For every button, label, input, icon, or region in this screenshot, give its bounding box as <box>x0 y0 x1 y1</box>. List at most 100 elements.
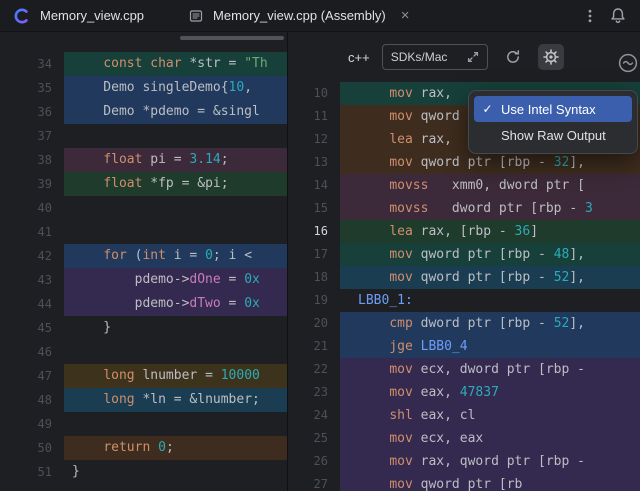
line-number[interactable]: 12 <box>288 128 340 151</box>
code-line[interactable]: 24 shl eax, cl <box>288 404 640 427</box>
line-number[interactable]: 36 <box>0 100 64 124</box>
horizontal-scrollbar-thumb[interactable] <box>180 36 284 40</box>
code-token <box>358 155 389 170</box>
code-line[interactable]: 26 mov rax, qword ptr [rbp - <box>288 450 640 473</box>
line-number[interactable]: 48 <box>0 388 64 412</box>
code-line[interactable]: 37 <box>0 124 287 148</box>
sdk-selector-value: SDKs/Mac <box>391 50 448 64</box>
code-line[interactable]: 21 jge LBB0_4 <box>288 335 640 358</box>
code-line[interactable]: 39 float *fp = &pi; <box>0 172 287 196</box>
line-number[interactable]: 26 <box>288 450 340 473</box>
code-token: mov <box>389 454 412 469</box>
tab-close-icon[interactable]: × <box>401 8 410 23</box>
expand-icon <box>467 51 479 63</box>
code-line[interactable]: 20 cmp dword ptr [rbp - 52], <box>288 312 640 335</box>
line-number[interactable]: 27 <box>288 473 340 491</box>
code-line[interactable]: 42 for (int i = 0; i < <box>0 244 287 268</box>
assembly-toolbar: c++ SDKs/Mac <box>348 44 564 70</box>
line-number[interactable]: 25 <box>288 427 340 450</box>
code-line[interactable]: 16 lea rax, [rbp - 36] <box>288 220 640 243</box>
code-line[interactable]: 19LBB0_1: <box>288 289 640 312</box>
code-line[interactable]: 18 mov qword ptr [rbp - 52], <box>288 266 640 289</box>
code-token: ecx, eax <box>413 431 483 446</box>
line-number[interactable]: 43 <box>0 268 64 292</box>
annotations-icon[interactable] <box>617 52 639 78</box>
code-line[interactable]: 47 long lnumber = 10000 <box>0 364 287 388</box>
code-token: 3 <box>585 201 593 216</box>
code-line[interactable]: 13 mov qword ptr [rbp - 32], <box>288 151 640 174</box>
code-token: "Th <box>244 56 267 71</box>
line-number[interactable]: 16 <box>288 220 340 243</box>
line-number[interactable]: 51 <box>0 460 64 484</box>
line-number[interactable]: 39 <box>0 172 64 196</box>
code-text: mov eax, 47837 <box>340 381 640 404</box>
code-line[interactable]: 44 pdemo->dTwo = 0x <box>0 292 287 316</box>
code-line[interactable]: 23 mov eax, 47837 <box>288 381 640 404</box>
line-number[interactable]: 23 <box>288 381 340 404</box>
tab-memory-view-assembly[interactable]: Memory_view.cpp (Assembly) × <box>186 6 409 26</box>
line-number[interactable]: 49 <box>0 412 64 436</box>
line-number[interactable]: 19 <box>288 289 340 312</box>
line-number[interactable]: 41 <box>0 220 64 244</box>
line-number[interactable]: 46 <box>0 340 64 364</box>
code-token: ; i < <box>213 248 252 263</box>
line-number[interactable]: 21 <box>288 335 340 358</box>
code-line[interactable]: 27 mov qword ptr [rb <box>288 473 640 491</box>
line-number[interactable]: 14 <box>288 174 340 197</box>
code-line[interactable]: 50 return 0; <box>0 436 287 460</box>
code-line[interactable]: 38 float pi = 3.14; <box>0 148 287 172</box>
code-line[interactable]: 43 pdemo->dOne = 0x <box>0 268 287 292</box>
line-number[interactable]: 18 <box>288 266 340 289</box>
line-number[interactable]: 42 <box>0 244 64 268</box>
line-number[interactable]: 24 <box>288 404 340 427</box>
sdk-selector[interactable]: SDKs/Mac <box>382 44 488 70</box>
line-number[interactable]: 40 <box>0 196 64 220</box>
line-number[interactable]: 17 <box>288 243 340 266</box>
line-number[interactable]: 13 <box>288 151 340 174</box>
code-token <box>358 385 389 400</box>
code-line[interactable]: 45 } <box>0 316 287 340</box>
code-line[interactable]: 48 long *ln = &lnumber; <box>0 388 287 412</box>
line-number[interactable]: 50 <box>0 436 64 460</box>
line-number[interactable]: 35 <box>0 76 64 100</box>
code-line[interactable]: 25 mov ecx, eax <box>288 427 640 450</box>
line-number[interactable]: 20 <box>288 312 340 335</box>
settings-gear-button[interactable] <box>538 44 564 70</box>
code-line[interactable]: 49 <box>0 412 287 436</box>
code-line[interactable]: 15 movss dword ptr [rbp - 3 <box>288 197 640 220</box>
line-number[interactable]: 45 <box>0 316 64 340</box>
line-number[interactable]: 37 <box>0 124 64 148</box>
top-bar: Memory_view.cpp Memory_view.cpp (Assembl… <box>0 0 640 32</box>
refresh-button[interactable] <box>500 44 526 70</box>
code-line[interactable]: 46 <box>0 340 287 364</box>
code-text <box>64 196 287 220</box>
line-number[interactable]: 38 <box>0 148 64 172</box>
code-token <box>150 440 158 455</box>
code-line[interactable]: 41 <box>0 220 287 244</box>
code-line[interactable]: 35 Demo singleDemo{10, <box>0 76 287 100</box>
code-line[interactable]: 22 mov ecx, dword ptr [rbp - <box>288 358 640 381</box>
line-number[interactable]: 15 <box>288 197 340 220</box>
line-number[interactable]: 10 <box>288 82 340 105</box>
source-editor-pane[interactable]: 34 const char *str = "Th35 Demo singleDe… <box>0 32 288 491</box>
notifications-bell-icon[interactable] <box>608 6 628 26</box>
code-token: = <box>221 296 244 311</box>
code-line[interactable]: 17 mov qword ptr [rbp - 48], <box>288 243 640 266</box>
line-number[interactable]: 44 <box>0 292 64 316</box>
code-line[interactable]: 40 <box>0 196 287 220</box>
more-options-kebab-icon[interactable] <box>580 6 600 26</box>
code-line[interactable]: 14 movss xmm0, dword ptr [ <box>288 174 640 197</box>
line-number[interactable]: 34 <box>0 52 64 76</box>
code-line[interactable]: 34 const char *str = "Th <box>0 52 287 76</box>
menu-item-show-raw-output[interactable]: Show Raw Output <box>474 122 632 148</box>
line-number[interactable]: 11 <box>288 105 340 128</box>
line-number[interactable]: 47 <box>0 364 64 388</box>
code-token: dword ptr [rbp - <box>413 316 554 331</box>
code-token: qword ptr [rbp - <box>413 247 554 262</box>
code-line[interactable]: 36 Demo *pdemo = &singl <box>0 100 287 124</box>
app-logo-icon[interactable] <box>12 6 32 26</box>
code-line[interactable]: 51} <box>0 460 287 484</box>
line-number[interactable]: 22 <box>288 358 340 381</box>
code-token <box>358 178 389 193</box>
menu-item-use-intel-syntax[interactable]: ✓ Use Intel Syntax <box>474 96 632 122</box>
